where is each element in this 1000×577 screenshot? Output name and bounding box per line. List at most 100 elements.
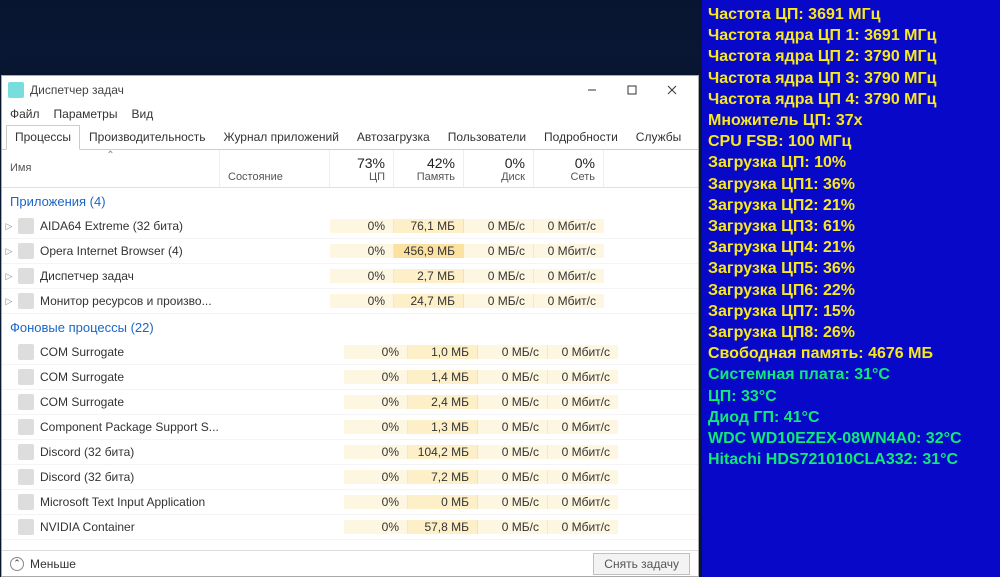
process-icon [18, 344, 34, 360]
process-memory: 24,7 МБ [394, 294, 464, 308]
titlebar[interactable]: Диспетчер задач [2, 76, 698, 104]
process-disk: 0 МБ/с [478, 370, 548, 384]
process-row[interactable]: Microsoft Text Input Application0%0 МБ0 … [2, 490, 698, 515]
osd-overlay: Частота ЦП: 3691 МГцЧастота ядра ЦП 1: 3… [702, 0, 1000, 577]
process-group-header[interactable]: Приложения (4) [2, 188, 698, 214]
osd-line: ЦП: 33°C [708, 386, 994, 407]
expand-icon[interactable]: ▷ [2, 221, 16, 232]
minimize-button[interactable] [572, 78, 612, 102]
col-network[interactable]: 0%Сеть [534, 150, 604, 187]
process-network: 0 Мбит/с [534, 219, 604, 233]
end-task-button[interactable]: Снять задачу [593, 553, 690, 575]
process-cpu: 0% [344, 345, 408, 359]
tab[interactable]: Пользователи [439, 125, 535, 150]
process-icon [18, 268, 34, 284]
process-icon [18, 469, 34, 485]
process-icon [18, 243, 34, 259]
sort-indicator-icon: ⌃ [106, 150, 114, 161]
process-row[interactable]: Component Package Support S...0%1,3 МБ0 … [2, 415, 698, 440]
menu-item[interactable]: Вид [131, 107, 153, 121]
fewer-details-button[interactable]: ⌃ Меньше [10, 557, 593, 571]
osd-line: Загрузка ЦП5: 36% [708, 258, 994, 279]
menu-item[interactable]: Параметры [54, 107, 118, 121]
expand-icon[interactable]: ▷ [2, 271, 16, 282]
osd-line: Загрузка ЦП2: 21% [708, 195, 994, 216]
col-state[interactable]: Состояние [220, 150, 330, 187]
process-icon [18, 218, 34, 234]
menu-item[interactable]: Файл [10, 107, 40, 121]
col-disk[interactable]: 0%Диск [464, 150, 534, 187]
process-row[interactable]: COM Surrogate0%2,4 МБ0 МБ/с0 Мбит/с [2, 390, 698, 415]
process-icon [18, 519, 34, 535]
tab[interactable]: Подробности [535, 125, 627, 150]
process-disk: 0 МБ/с [464, 244, 534, 258]
process-memory: 2,4 МБ [408, 395, 478, 409]
tab[interactable]: Автозагрузка [348, 125, 439, 150]
osd-line: Загрузка ЦП1: 36% [708, 174, 994, 195]
process-row[interactable]: COM Surrogate0%1,0 МБ0 МБ/с0 Мбит/с [2, 340, 698, 365]
process-memory: 2,7 МБ [394, 269, 464, 283]
osd-line: Диод ГП: 41°C [708, 407, 994, 428]
osd-line: Загрузка ЦП3: 61% [708, 216, 994, 237]
process-cpu: 0% [344, 495, 408, 509]
chevron-up-icon: ⌃ [10, 557, 24, 571]
process-disk: 0 МБ/с [464, 294, 534, 308]
col-cpu[interactable]: 73%ЦП [330, 150, 394, 187]
process-cpu: 0% [344, 420, 408, 434]
tab[interactable]: Службы [627, 125, 690, 150]
process-icon [18, 419, 34, 435]
process-disk: 0 МБ/с [478, 520, 548, 534]
col-memory[interactable]: 42%Память [394, 150, 464, 187]
col-name[interactable]: ⌃Имя [2, 150, 220, 187]
tab[interactable]: Производительность [80, 125, 214, 150]
process-name: Монитор ресурсов и произво... [40, 294, 220, 308]
process-cpu: 0% [344, 370, 408, 384]
process-network: 0 Мбит/с [548, 445, 618, 459]
process-name: Opera Internet Browser (4) [40, 244, 220, 258]
expand-icon[interactable]: ▷ [2, 246, 16, 257]
osd-line: Загрузка ЦП7: 15% [708, 301, 994, 322]
process-network: 0 Мбит/с [548, 345, 618, 359]
process-icon [18, 369, 34, 385]
process-name: COM Surrogate [40, 345, 234, 359]
osd-line: Множитель ЦП: 37x [708, 110, 994, 131]
process-row[interactable]: COM Surrogate0%1,4 МБ0 МБ/с0 Мбит/с [2, 365, 698, 390]
process-network: 0 Мбит/с [548, 420, 618, 434]
osd-line: WDC WD10EZEX-08WN4A0: 32°C [708, 428, 994, 449]
process-name: Microsoft Text Input Application [40, 495, 234, 509]
process-name: Component Package Support S... [40, 420, 234, 434]
process-network: 0 Мбит/с [548, 495, 618, 509]
osd-line: Системная плата: 31°C [708, 364, 994, 385]
tab[interactable]: Процессы [6, 125, 80, 150]
process-network: 0 Мбит/с [548, 395, 618, 409]
process-icon [18, 444, 34, 460]
process-cpu: 0% [344, 520, 408, 534]
process-row[interactable]: NVIDIA Container0%57,8 МБ0 МБ/с0 Мбит/с [2, 515, 698, 540]
taskmgr-icon [8, 82, 24, 98]
tab[interactable]: Журнал приложений [215, 125, 348, 150]
process-cpu: 0% [344, 445, 408, 459]
close-button[interactable] [652, 78, 692, 102]
process-name: Диспетчер задач [40, 269, 220, 283]
process-disk: 0 МБ/с [464, 269, 534, 283]
process-memory: 7,2 МБ [408, 470, 478, 484]
process-row[interactable]: Discord (32 бита)0%7,2 МБ0 МБ/с0 Мбит/с [2, 465, 698, 490]
process-network: 0 Мбит/с [548, 520, 618, 534]
expand-icon[interactable]: ▷ [2, 296, 16, 307]
process-row[interactable]: ▷AIDA64 Extreme (32 бита)0%76,1 МБ0 МБ/с… [2, 214, 698, 239]
process-memory: 76,1 МБ [394, 219, 464, 233]
maximize-button[interactable] [612, 78, 652, 102]
process-memory: 1,0 МБ [408, 345, 478, 359]
process-group-header[interactable]: Фоновые процессы (22) [2, 314, 698, 340]
process-memory: 57,8 МБ [408, 520, 478, 534]
process-row[interactable]: ▷Opera Internet Browser (4)0%456,9 МБ0 М… [2, 239, 698, 264]
process-row[interactable]: ▷Монитор ресурсов и произво...0%24,7 МБ0… [2, 289, 698, 314]
process-disk: 0 МБ/с [478, 420, 548, 434]
process-list[interactable]: Приложения (4)▷AIDA64 Extreme (32 бита)0… [2, 188, 698, 550]
osd-line: CPU FSB: 100 МГц [708, 131, 994, 152]
process-memory: 1,3 МБ [408, 420, 478, 434]
process-disk: 0 МБ/с [478, 495, 548, 509]
process-row[interactable]: ▷Диспетчер задач0%2,7 МБ0 МБ/с0 Мбит/с [2, 264, 698, 289]
osd-line: Загрузка ЦП8: 26% [708, 322, 994, 343]
process-row[interactable]: Discord (32 бита)0%104,2 МБ0 МБ/с0 Мбит/… [2, 440, 698, 465]
